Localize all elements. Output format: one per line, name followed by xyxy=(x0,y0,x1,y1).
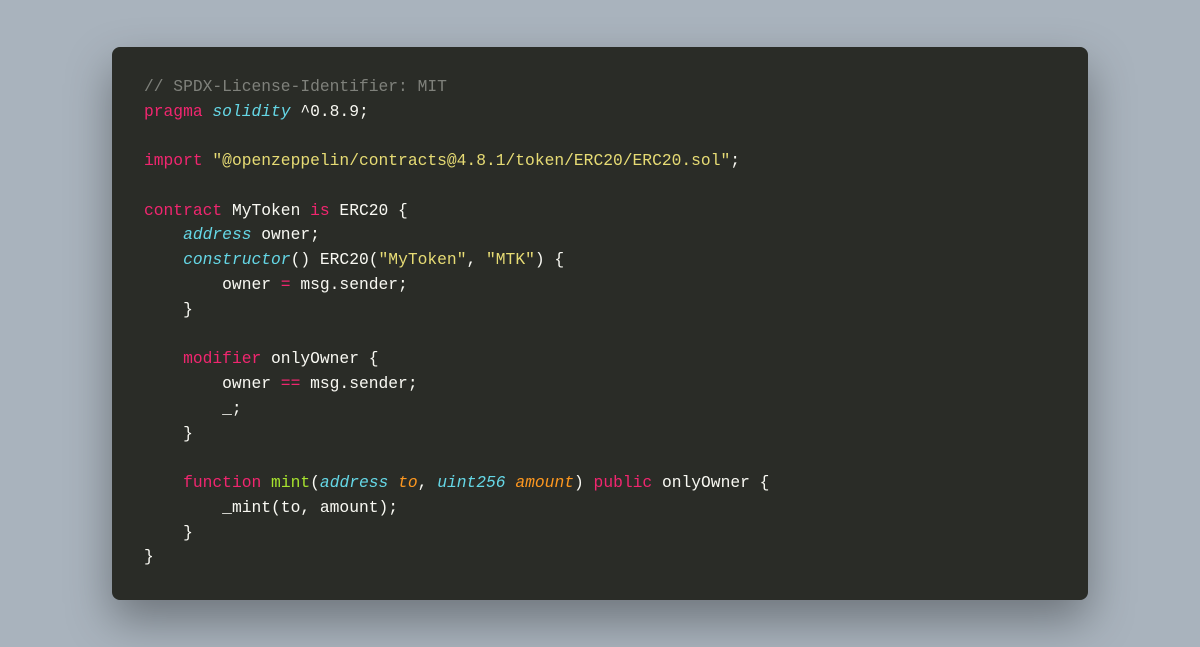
indent xyxy=(144,250,183,269)
cmp-right: msg.sender; xyxy=(300,374,417,393)
comment-line: // SPDX-License-Identifier: MIT xyxy=(144,77,447,96)
fn-rest: onlyOwner { xyxy=(652,473,769,492)
kw-function: function xyxy=(183,473,261,492)
parens: () xyxy=(291,250,320,269)
assign-right: msg.sender; xyxy=(291,275,408,294)
comma: , xyxy=(418,473,438,492)
kw-modifier: modifier xyxy=(183,349,261,368)
kw-constructor: constructor xyxy=(183,250,290,269)
space xyxy=(261,473,271,492)
close-brace: ) { xyxy=(535,250,564,269)
str-symbol: "MTK" xyxy=(486,250,535,269)
kw-is: is xyxy=(310,201,330,220)
op-eq: == xyxy=(281,374,301,393)
assign-left: owner xyxy=(144,275,281,294)
op-assign: = xyxy=(281,275,291,294)
indent xyxy=(144,473,183,492)
modifier-name: onlyOwner { xyxy=(261,349,378,368)
close-brace: } xyxy=(144,300,193,319)
extends: ERC20 { xyxy=(330,201,408,220)
open: ( xyxy=(310,473,320,492)
cmp-left: owner xyxy=(144,374,281,393)
code-block: // SPDX-License-Identifier: MIT pragma s… xyxy=(144,75,1056,570)
placeholder: _; xyxy=(144,399,242,418)
indent xyxy=(144,498,222,517)
kw-public: public xyxy=(594,473,653,492)
type-address: address xyxy=(183,225,251,244)
close-brace: } xyxy=(144,523,193,542)
call-args: (to, amount); xyxy=(271,498,398,517)
param-amount: amount xyxy=(506,473,574,492)
erc20-call: ERC20 xyxy=(320,250,369,269)
kw-pragma: pragma xyxy=(144,102,203,121)
var-decl: owner; xyxy=(252,225,320,244)
code-card: // SPDX-License-Identifier: MIT pragma s… xyxy=(112,47,1088,600)
semi: ; xyxy=(730,151,740,170)
comma: , xyxy=(466,250,486,269)
type-uint: uint256 xyxy=(437,473,505,492)
import-path: "@openzeppelin/contracts@4.8.1/token/ERC… xyxy=(212,151,730,170)
open: ( xyxy=(369,250,379,269)
param-to: to xyxy=(388,473,417,492)
str-token: "MyToken" xyxy=(379,250,467,269)
close-brace: } xyxy=(144,424,193,443)
contract-name: MyToken xyxy=(222,201,310,220)
kw-import: import xyxy=(144,151,203,170)
kw-contract: contract xyxy=(144,201,222,220)
kw-solidity: solidity xyxy=(212,102,290,121)
call-mint: _mint xyxy=(222,498,271,517)
indent xyxy=(144,349,183,368)
close: ) xyxy=(574,473,594,492)
type-address: address xyxy=(320,473,388,492)
fn-name: mint xyxy=(271,473,310,492)
indent xyxy=(144,225,183,244)
close-brace: } xyxy=(144,547,154,566)
version-text: ^0.8.9; xyxy=(291,102,369,121)
